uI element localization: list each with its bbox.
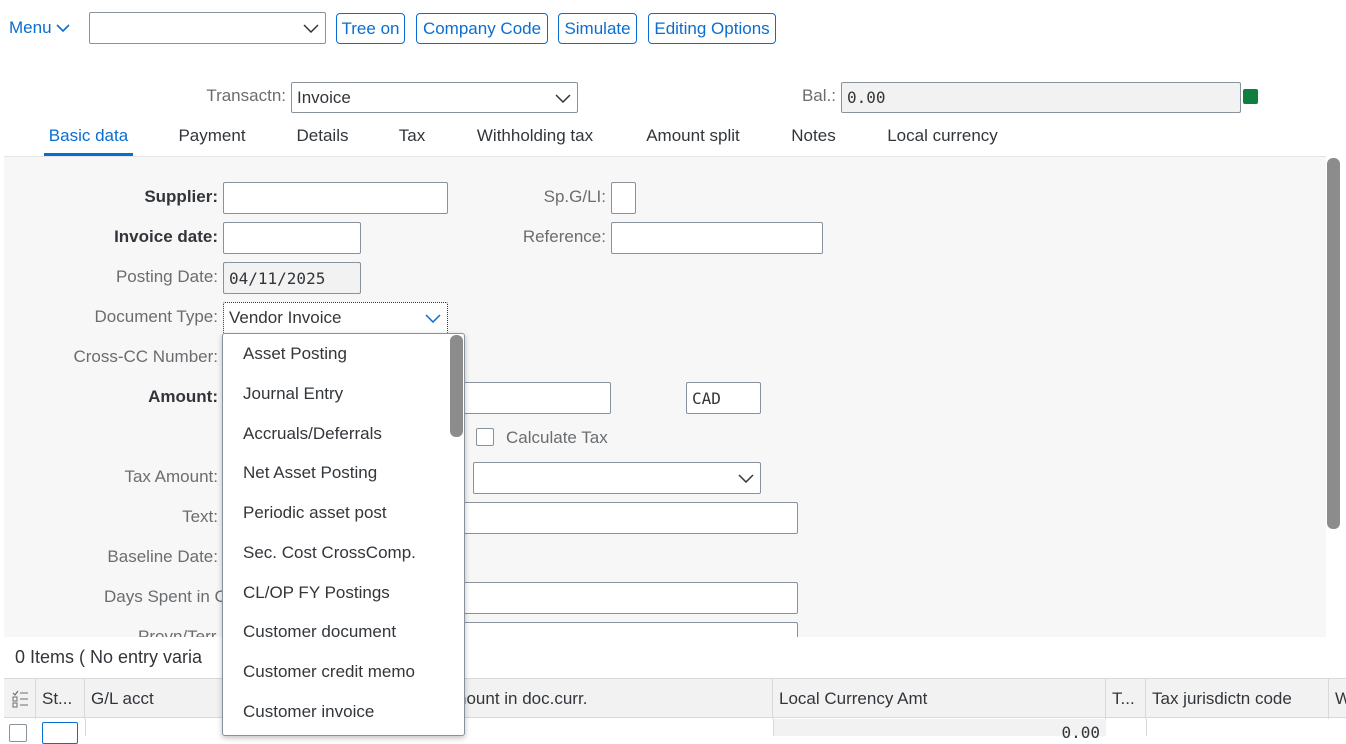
baseline-date-label: Baseline Date: (107, 547, 218, 566)
row-status-input[interactable] (42, 722, 78, 744)
dropdown-option[interactable]: Periodic asset post (243, 493, 387, 533)
dropdown-option[interactable]: Customer invoice (243, 692, 374, 732)
spgl-input[interactable] (611, 182, 636, 214)
dropdown-option[interactable]: Customer document (243, 612, 396, 652)
tab-details[interactable]: Details (292, 126, 353, 156)
items-table-header: St... G/L acct nount in doc.curr. Local … (4, 678, 1346, 719)
invoice-date-input[interactable] (223, 222, 361, 254)
document-type-dropdown: Asset Posting Journal Entry Accruals/Def… (222, 333, 465, 736)
company-code-button[interactable]: Company Code (416, 13, 548, 44)
dropdown-option[interactable]: Journal Entry (243, 374, 343, 414)
transaction-value: Invoice (297, 87, 351, 107)
panel-scrollbar-thumb[interactable] (1327, 158, 1340, 529)
supplier-input[interactable] (223, 182, 448, 214)
basic-data-panel: Supplier: Sp.G/LI: Invoice date: Referen… (4, 156, 1326, 637)
tab-withholding-tax[interactable]: Withholding tax (471, 126, 599, 156)
chevron-down-icon (555, 93, 571, 103)
posting-date-label: Posting Date: (115, 267, 218, 286)
chevron-down-icon (303, 24, 319, 33)
column-local-currency-amt[interactable]: Local Currency Amt (773, 679, 1106, 719)
transaction-label: Transactn: (206, 86, 286, 105)
currency-input[interactable]: CAD (686, 382, 761, 414)
row-local-amount: 0.00 (1061, 723, 1100, 742)
dropdown-option[interactable]: Sec. Cost CrossComp. (243, 533, 416, 573)
spgl-label: Sp.G/LI: (543, 187, 606, 206)
tab-amount-split[interactable]: Amount split (641, 126, 745, 156)
dropdown-option[interactable]: CL/OP FY Postings (243, 573, 390, 613)
calculate-tax-label: Calculate Tax (506, 428, 608, 447)
editing-options-button[interactable]: Editing Options (648, 13, 776, 44)
cross-cc-label: Cross-CC Number: (73, 347, 218, 366)
calculate-tax-checkbox[interactable] (476, 428, 494, 446)
transaction-select[interactable]: Invoice (291, 82, 578, 113)
command-field-combo[interactable] (89, 12, 326, 44)
dropdown-scrollbar-thumb[interactable] (450, 335, 463, 437)
column-status[interactable]: St... (36, 679, 85, 719)
document-type-value: Vendor Invoice (229, 308, 342, 327)
column-gl-account[interactable]: G/L acct (85, 679, 223, 719)
balance-field: 0.00 (841, 82, 1241, 113)
tax-code-select[interactable] (473, 462, 761, 494)
document-type-label: Document Type: (94, 307, 218, 326)
tab-notes[interactable]: Notes (787, 126, 840, 156)
dropdown-option[interactable]: Net Asset Posting (243, 453, 377, 493)
amount-label: Amount: (148, 387, 218, 406)
supplier-label: Supplier: (144, 187, 218, 206)
row-local-amount-cell: 0.00 (773, 719, 1106, 742)
menu-button[interactable]: Menu (9, 14, 70, 42)
chevron-down-icon (55, 24, 70, 33)
chevron-down-icon (738, 474, 754, 483)
column-tax-jurisdiction[interactable]: Tax jurisdictn code (1146, 679, 1329, 719)
column-tax-code[interactable]: T... (1106, 679, 1146, 719)
provn-terr-label: Provn/Terr (138, 627, 217, 637)
column-w[interactable]: W (1329, 679, 1346, 719)
reference-input[interactable] (611, 222, 823, 254)
tab-tax[interactable]: Tax (395, 126, 429, 156)
days-spent-label: Days Spent in C (104, 587, 227, 606)
table-row: 0.00 (4, 719, 1346, 744)
tree-on-button[interactable]: Tree on (336, 13, 405, 44)
tax-amount-label: Tax Amount: (124, 467, 218, 486)
text-label: Text: (182, 507, 218, 526)
row-select-checkbox[interactable] (9, 724, 27, 742)
tab-basic-data[interactable]: Basic data (44, 126, 133, 156)
posting-date-input[interactable]: 04/11/2025 (223, 262, 361, 294)
reference-label: Reference: (522, 227, 606, 246)
balance-status-icon (1243, 89, 1258, 104)
chevron-down-icon (425, 314, 441, 323)
document-type-select[interactable]: Vendor Invoice (223, 302, 448, 334)
tab-local-currency[interactable]: Local currency (882, 126, 1003, 156)
select-all-icon[interactable] (4, 679, 36, 719)
simulate-button[interactable]: Simulate (558, 13, 637, 44)
dropdown-option[interactable]: Asset Posting (243, 334, 347, 374)
dropdown-option[interactable]: Customer credit memo (243, 652, 415, 692)
balance-label: Bal.: (801, 86, 836, 105)
tab-payment[interactable]: Payment (174, 126, 250, 156)
menu-label: Menu (9, 18, 52, 37)
invoice-date-label: Invoice date: (114, 227, 218, 246)
items-title: 0 Items ( No entry varia (15, 647, 203, 667)
dropdown-option[interactable]: Accruals/Deferrals (243, 414, 382, 454)
